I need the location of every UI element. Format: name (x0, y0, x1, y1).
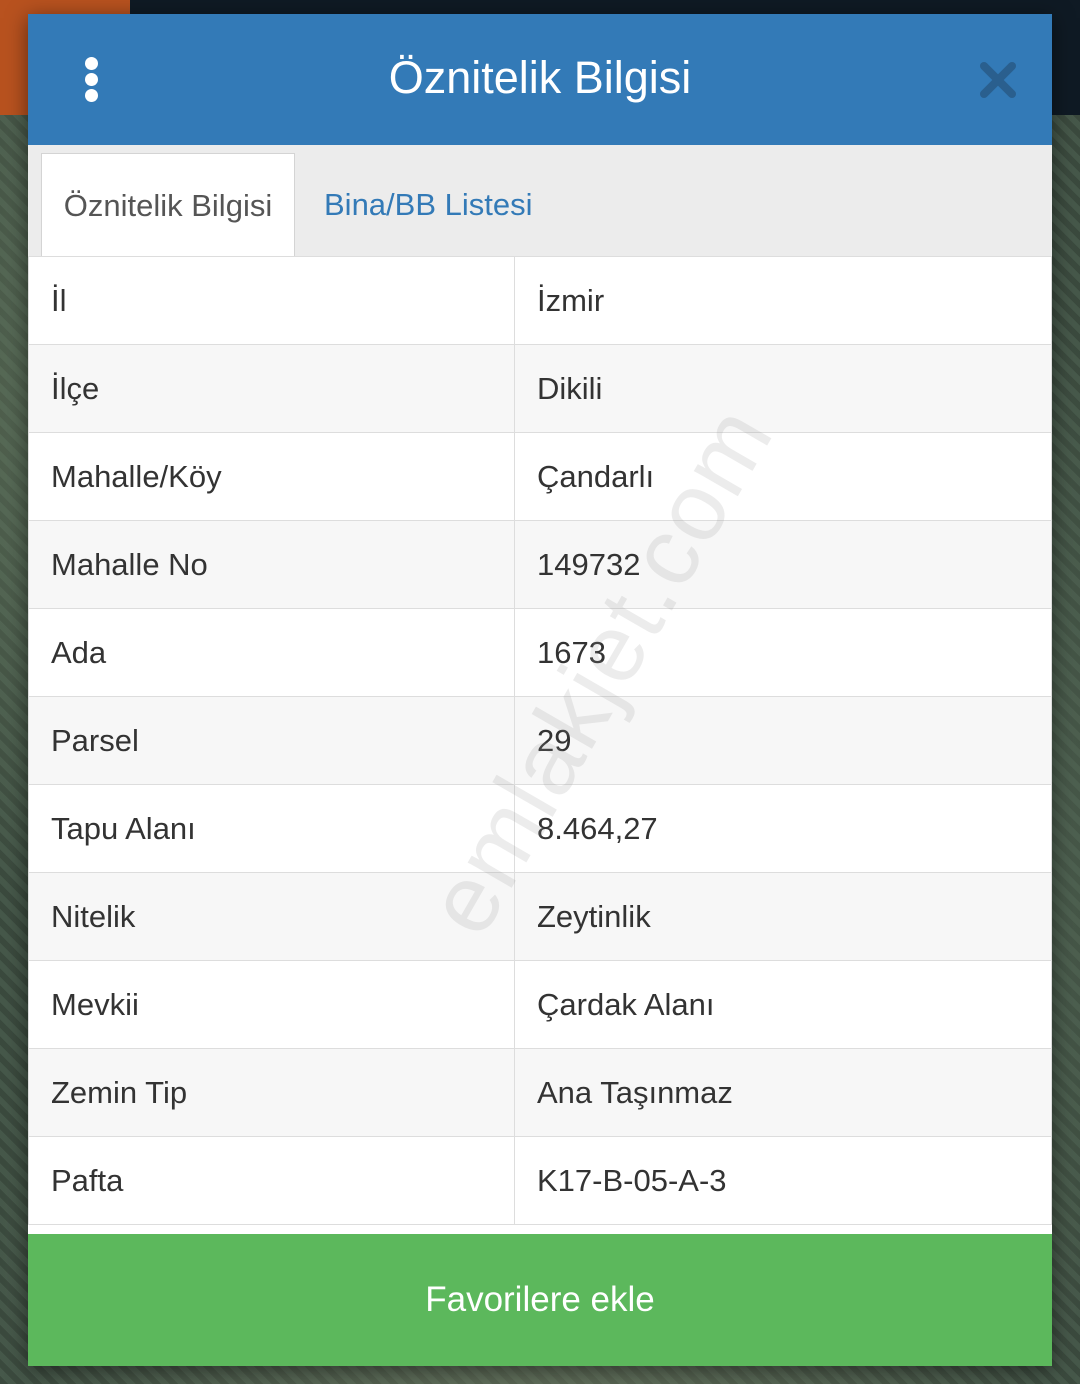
add-to-favorites-button[interactable]: Favorilere ekle (28, 1234, 1052, 1366)
attribute-value: Dikili (514, 344, 1052, 433)
table-row: Tapu Alanı 8.464,27 (28, 784, 1052, 873)
attribute-value: 8.464,27 (514, 784, 1052, 873)
attribute-value: 1673 (514, 608, 1052, 697)
table-row: Pafta K17-B-05-A-3 (28, 1136, 1052, 1225)
attribute-key: Zemin Tip (28, 1048, 515, 1137)
attribute-key: Tapu Alanı (28, 784, 515, 873)
attribute-key: İlçe (28, 344, 515, 433)
attribute-value: Çardak Alanı (514, 960, 1052, 1049)
attribute-table: İl İzmir İlçe Dikili Mahalle/Köy Çandarl… (28, 256, 1052, 1225)
attribute-key: Mahalle No (28, 520, 515, 609)
table-row: İl İzmir (28, 256, 1052, 345)
table-row: Mevkii Çardak Alanı (28, 960, 1052, 1049)
attribute-value: 149732 (514, 520, 1052, 609)
tab-building-list[interactable]: Bina/BB Listesi (324, 153, 533, 256)
table-row: Parsel 29 (28, 696, 1052, 785)
attribute-key: Pafta (28, 1136, 515, 1225)
attribute-key: Mahalle/Köy (28, 432, 515, 521)
table-row: Mahalle/Köy Çandarlı (28, 432, 1052, 521)
modal-title: Öznitelik Bilgisi (388, 52, 692, 103)
table-row: Mahalle No 149732 (28, 520, 1052, 609)
attribute-modal: Öznitelik Bilgisi Öznitelik Bilgisi Bina… (28, 14, 1052, 1366)
attribute-key: Parsel (28, 696, 515, 785)
tab-attribute-info[interactable]: Öznitelik Bilgisi (41, 153, 295, 257)
attribute-value: Çandarlı (514, 432, 1052, 521)
attribute-value: İzmir (514, 256, 1052, 345)
attribute-value: Zeytinlik (514, 872, 1052, 961)
attribute-value: K17-B-05-A-3 (514, 1136, 1052, 1225)
tab-bar: Öznitelik Bilgisi Bina/BB Listesi (28, 145, 1052, 258)
attribute-key: Ada (28, 608, 515, 697)
close-icon[interactable] (976, 58, 1020, 102)
attribute-value: 29 (514, 696, 1052, 785)
table-row: Nitelik Zeytinlik (28, 872, 1052, 961)
table-row: Ada 1673 (28, 608, 1052, 697)
table-row: İlçe Dikili (28, 344, 1052, 433)
table-row: Zemin Tip Ana Taşınmaz (28, 1048, 1052, 1137)
modal-header: Öznitelik Bilgisi (28, 14, 1052, 145)
attribute-key: Mevkii (28, 960, 515, 1049)
attribute-value: Ana Taşınmaz (514, 1048, 1052, 1137)
attribute-key: İl (28, 256, 515, 345)
attribute-key: Nitelik (28, 872, 515, 961)
